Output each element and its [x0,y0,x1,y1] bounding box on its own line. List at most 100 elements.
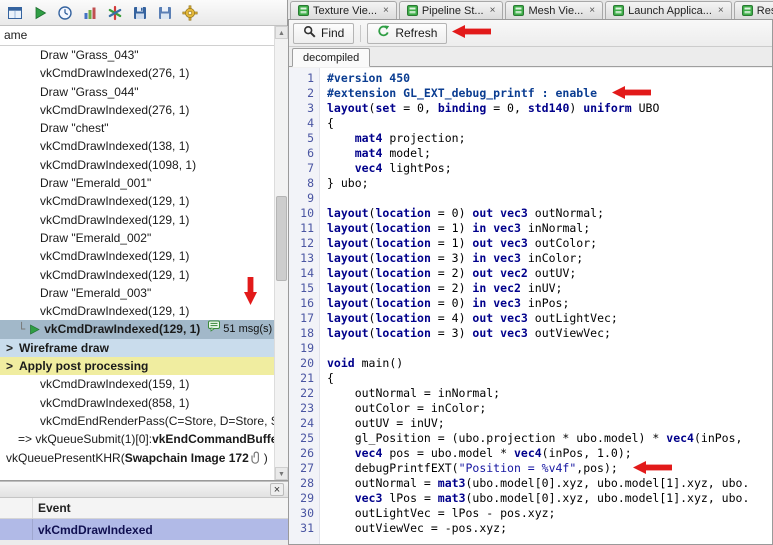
event-label: vkCmdDrawIndexed(159, 1) [40,375,189,393]
code-line: mat4 projection; [327,131,772,146]
code-line: layout(location = 2) in vec2 inUV; [327,281,772,296]
close-icon[interactable]: × [589,5,595,16]
line-number: 20 [289,356,314,371]
event-table-header[interactable]: Event [0,498,288,519]
tree-row[interactable]: Draw "Emerald_003" [0,284,274,302]
tree-row[interactable]: vkCmdDrawIndexed(276, 1) [0,101,274,119]
event-tree[interactable]: Draw "Grass_043"vkCmdDrawIndexed(276, 1)… [0,46,274,480]
line-number: 26 [289,446,314,461]
event-label: vkCmdDrawIndexed(129, 1) [40,302,189,320]
tree-row[interactable]: vkCmdDrawIndexed(1098, 1) [0,156,274,174]
close-icon[interactable]: × [383,5,389,16]
tab-label: Pipeline St... [422,5,484,17]
code-editor[interactable]: 1234567891011121314151617181920212223242… [289,68,772,544]
tree-row[interactable]: >Apply post processing [0,357,274,375]
main-toolbar [0,0,287,26]
line-number: 7 [289,161,314,176]
find-button[interactable]: Find [293,23,354,44]
event-label: vkCmdDrawIndexed(129, 1) [40,211,189,229]
tree-row[interactable]: Draw "Grass_043" [0,46,274,64]
event-label: vkCmdDrawIndexed(138, 1) [40,137,189,155]
line-number-gutter: 1234567891011121314151617181920212223242… [289,68,320,544]
tab-resources[interactable]: Res... [734,1,773,19]
tree-row[interactable]: vkCmdDrawIndexed(129, 1) [0,211,274,229]
code-content: #version 450#extension GL_EXT_debug_prin… [320,68,772,544]
code-line: layout(location = 3) out vec3 outViewVec… [327,326,772,341]
code-line: vec4 lightPos; [327,161,772,176]
scroll-down-icon[interactable]: ▼ [275,467,288,480]
save-icon[interactable] [129,2,151,24]
chart-icon[interactable] [79,2,101,24]
refresh-icon [377,25,390,41]
expander-icon[interactable]: > [6,357,13,375]
close-icon[interactable]: × [718,5,724,16]
code-line: { [327,371,772,386]
close-icon[interactable]: × [270,483,284,496]
play-icon[interactable] [29,2,51,24]
tab-label: Mesh Vie... [528,5,583,17]
renderdoc-window: ame Draw "Grass_043"vkCmdDrawIndexed(276… [0,0,773,545]
tree-row[interactable]: vkQueuePresentKHR(Swapchain Image 172) [0,449,274,467]
document-icon [742,5,753,16]
tree-row[interactable]: vkCmdDrawIndexed(129, 1) [0,266,274,284]
event-label-suffix: ) [264,449,268,467]
tab-decompiled[interactable]: decompiled [292,48,370,67]
refresh-button[interactable]: Refresh [367,23,447,44]
tab-launch-application[interactable]: Launch Applica... × [605,1,732,19]
messages-badge[interactable]: 51 msg(s) [208,320,272,338]
line-number: 29 [289,491,314,506]
tab-pipeline-state[interactable]: Pipeline St... × [399,1,504,19]
tree-row[interactable]: >Wireframe draw [0,339,274,357]
tree-row[interactable]: vkCmdDrawIndexed(129, 1) [0,192,274,210]
document-icon [613,5,624,16]
code-line: outUV = inUV; [327,416,772,431]
code-line [327,191,772,206]
tree-row[interactable]: vkCmdDrawIndexed(276, 1) [0,64,274,82]
tree-row[interactable]: vkCmdDrawIndexed(159, 1) [0,375,274,393]
line-number: 25 [289,431,314,446]
line-number: 30 [289,506,314,521]
event-label: vkCmdDrawIndexed(129, 1) [40,247,189,265]
document-icon [298,5,309,16]
document-icon [513,5,524,16]
scrollbar-thumb[interactable] [276,196,287,281]
close-icon[interactable]: × [490,5,496,16]
code-line: layout(location = 1) out vec3 outColor; [327,236,772,251]
tree-row[interactable]: vkCmdDrawIndexed(129, 1) [0,247,274,265]
line-number: 6 [289,146,314,161]
tree-row[interactable]: └vkCmdDrawIndexed(129, 1)51 msg(s) [0,320,274,338]
tab-texture-viewer[interactable]: Texture Vie...× [290,1,397,19]
tree-row[interactable]: vkCmdDrawIndexed(138, 1) [0,137,274,155]
tree-row[interactable]: => vkQueueSubmit(1)[0]: vkEndCommandBuff… [0,430,274,448]
line-number: 2 [289,86,314,101]
window-icon[interactable] [4,2,26,24]
event-label: => vkQueueSubmit(1)[0]: [18,430,152,448]
event-tree-scrollbar[interactable]: ▲ ▼ [274,26,288,480]
name-column-header[interactable]: ame [0,26,274,46]
line-number: 13 [289,251,314,266]
tab-label: Launch Applica... [628,5,712,17]
line-number: 10 [289,206,314,221]
scroll-up-icon[interactable]: ▲ [275,26,288,39]
resource-name: vkEndCommandBuffer(Ba [152,430,274,448]
tree-row[interactable]: Draw "Emerald_002" [0,229,274,247]
tree-row[interactable]: vkCmdDrawIndexed(858, 1) [0,394,274,412]
event-table-row[interactable]: vkCmdDrawIndexed [0,519,288,540]
tab-mesh-viewer[interactable]: Mesh Vie... × [505,1,603,19]
resource-name: Swapchain Image 172 [125,449,249,467]
clock-icon[interactable] [54,2,76,24]
tree-row[interactable]: vkCmdEndRenderPass(C=Store, D=Store, S=.… [0,412,274,430]
gear-icon[interactable] [179,2,201,24]
line-number: 16 [289,296,314,311]
event-label: Draw "chest" [40,119,109,137]
tree-connector: └ [18,320,25,338]
tree-row[interactable]: Draw "Emerald_001" [0,174,274,192]
tree-row[interactable]: Draw "Grass_044" [0,83,274,101]
tree-row[interactable]: Draw "chest" [0,119,274,137]
disk-icon[interactable] [154,2,176,24]
line-number: 24 [289,416,314,431]
tree-row[interactable]: vkCmdDrawIndexed(129, 1) [0,302,274,320]
expander-icon[interactable]: > [6,339,13,357]
sparkle-icon[interactable] [104,2,126,24]
document-icon [407,5,418,16]
